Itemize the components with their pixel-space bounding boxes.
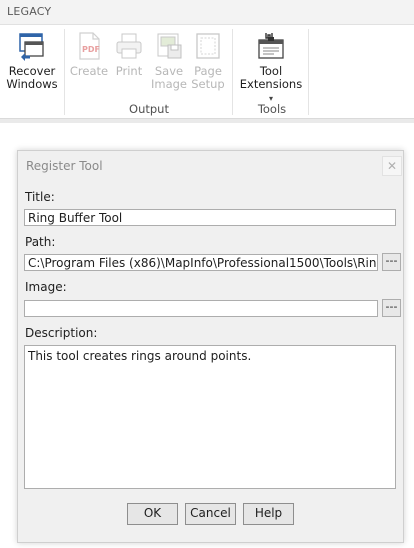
printer-icon bbox=[114, 31, 144, 61]
tab-legacy[interactable]: LEGACY bbox=[7, 5, 51, 18]
page-setup-icon bbox=[193, 31, 223, 61]
ok-button[interactable]: OK bbox=[127, 503, 178, 525]
path-input[interactable]: C:\Program Files (x86)\MapInfo\Professio… bbox=[24, 254, 378, 271]
group-label-tools: Tools bbox=[257, 102, 287, 116]
tool-extensions-button[interactable]: Tool Extensions ▾ bbox=[236, 31, 306, 105]
title-label: Title: bbox=[25, 190, 55, 204]
group-label-output: Output bbox=[129, 102, 169, 116]
title-input[interactable]: Ring Buffer Tool bbox=[24, 209, 396, 226]
svg-text:PDF: PDF bbox=[82, 45, 100, 54]
tool-extensions-text: Tool Extensions bbox=[239, 64, 303, 91]
description-textarea[interactable]: This tool creates rings around points. bbox=[24, 345, 396, 489]
recover-windows-button[interactable]: Recover Windows bbox=[4, 31, 60, 91]
close-icon[interactable]: ✕ bbox=[382, 156, 402, 176]
create-button[interactable]: PDF Create bbox=[69, 31, 109, 78]
recover-windows-icon bbox=[17, 31, 47, 61]
create-label: Create bbox=[69, 64, 109, 78]
save-image-label: Save Image bbox=[150, 64, 188, 91]
recover-windows-label: Recover Windows bbox=[6, 64, 58, 91]
page-setup-button[interactable]: Page Setup bbox=[189, 31, 227, 91]
path-label: Path: bbox=[25, 235, 56, 249]
pdf-icon: PDF bbox=[74, 31, 104, 61]
ribbon-separator bbox=[308, 29, 309, 115]
ribbon: Recover Windows PDF Create Print Save Im… bbox=[0, 25, 414, 119]
ribbon-separator bbox=[64, 29, 65, 115]
register-tool-dialog: Register Tool ✕ Title: Ring Buffer Tool … bbox=[17, 150, 404, 543]
tool-extensions-label: Tool Extensions ▾ bbox=[236, 65, 306, 105]
path-browse-button[interactable]: --- bbox=[382, 253, 401, 271]
description-label: Description: bbox=[25, 326, 98, 340]
tool-extensions-icon bbox=[256, 31, 286, 61]
image-label: Image: bbox=[25, 280, 67, 294]
print-label: Print bbox=[115, 64, 143, 78]
image-input[interactable] bbox=[24, 300, 378, 317]
cancel-button[interactable]: Cancel bbox=[185, 503, 236, 525]
save-image-icon bbox=[154, 31, 184, 61]
ribbon-separator bbox=[232, 29, 233, 115]
ribbon-bottom-shadow bbox=[0, 119, 414, 123]
image-browse-button[interactable]: --- bbox=[382, 299, 401, 317]
print-button[interactable]: Print bbox=[111, 31, 147, 78]
page-setup-label: Page Setup bbox=[191, 64, 225, 91]
save-image-button[interactable]: Save Image bbox=[148, 31, 190, 91]
ribbon-tabbar: LEGACY bbox=[0, 0, 414, 25]
dialog-title: Register Tool bbox=[26, 159, 103, 173]
help-button[interactable]: Help bbox=[243, 503, 294, 525]
